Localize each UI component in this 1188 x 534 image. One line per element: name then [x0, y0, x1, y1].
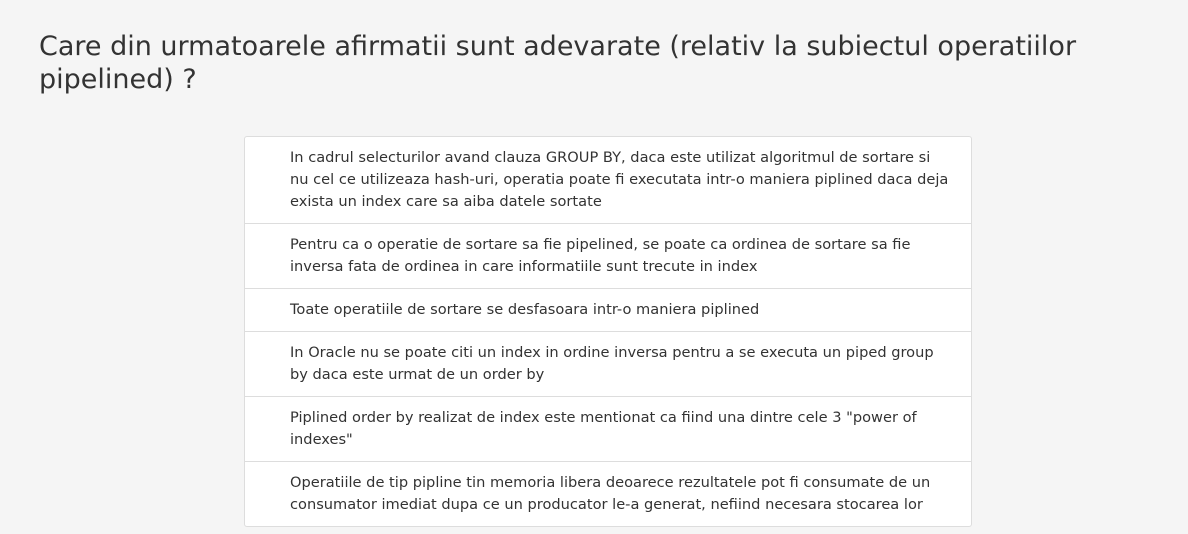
answer-option-4[interactable]: In Oracle nu se poate citi un index in o… [245, 331, 971, 396]
answer-option-6[interactable]: Operatiile de tip pipline tin memoria li… [245, 461, 971, 526]
question-title: Care din urmatoarele afirmatii sunt adev… [39, 31, 1077, 95]
answer-option-5[interactable]: Piplined order by realizat de index este… [245, 396, 971, 461]
answers-list: In cadrul selecturilor avand clauza GROU… [244, 136, 972, 527]
answer-option-3[interactable]: Toate operatiile de sortare se desfasoar… [245, 288, 971, 331]
answer-option-1[interactable]: In cadrul selecturilor avand clauza GROU… [245, 137, 971, 223]
answer-option-2[interactable]: Pentru ca o operatie de sortare sa fie p… [245, 223, 971, 288]
